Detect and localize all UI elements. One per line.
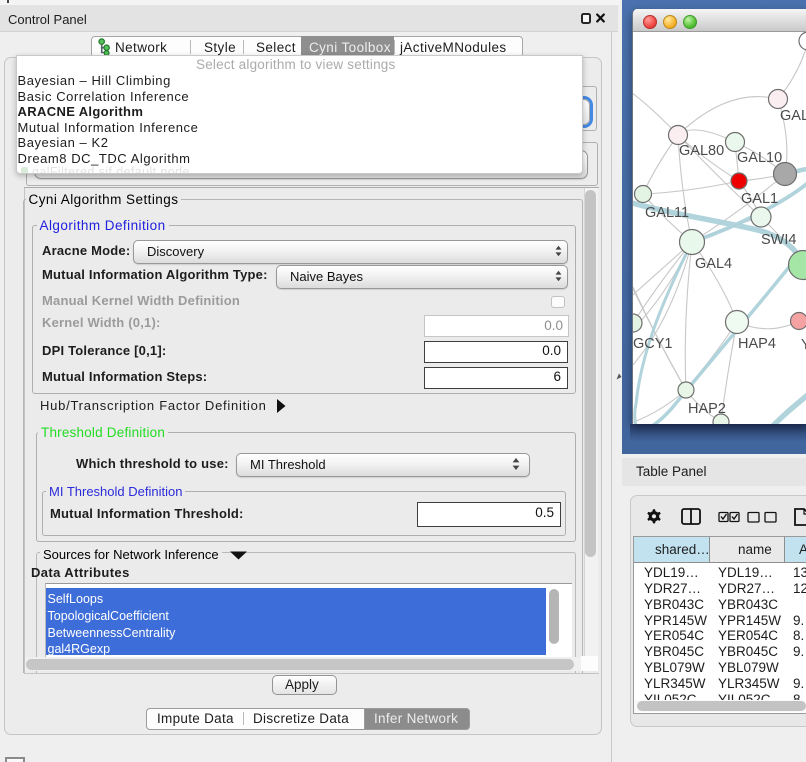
svg-text:GAL4: GAL4: [695, 256, 732, 272]
svg-text:Y: Y: [801, 337, 806, 353]
svg-text:GAL: GAL: [780, 108, 806, 124]
svg-text:SWI4: SWI4: [761, 232, 796, 248]
svg-text:HAP4: HAP4: [738, 336, 776, 352]
svg-text:HAP2: HAP2: [688, 401, 726, 417]
svg-text:GAL1: GAL1: [741, 191, 778, 207]
svg-text:GCY1: GCY1: [633, 336, 673, 352]
svg-text:GAL80: GAL80: [679, 143, 724, 159]
svg-text:GAL10: GAL10: [737, 150, 782, 166]
svg-text:GAL11: GAL11: [645, 205, 689, 221]
